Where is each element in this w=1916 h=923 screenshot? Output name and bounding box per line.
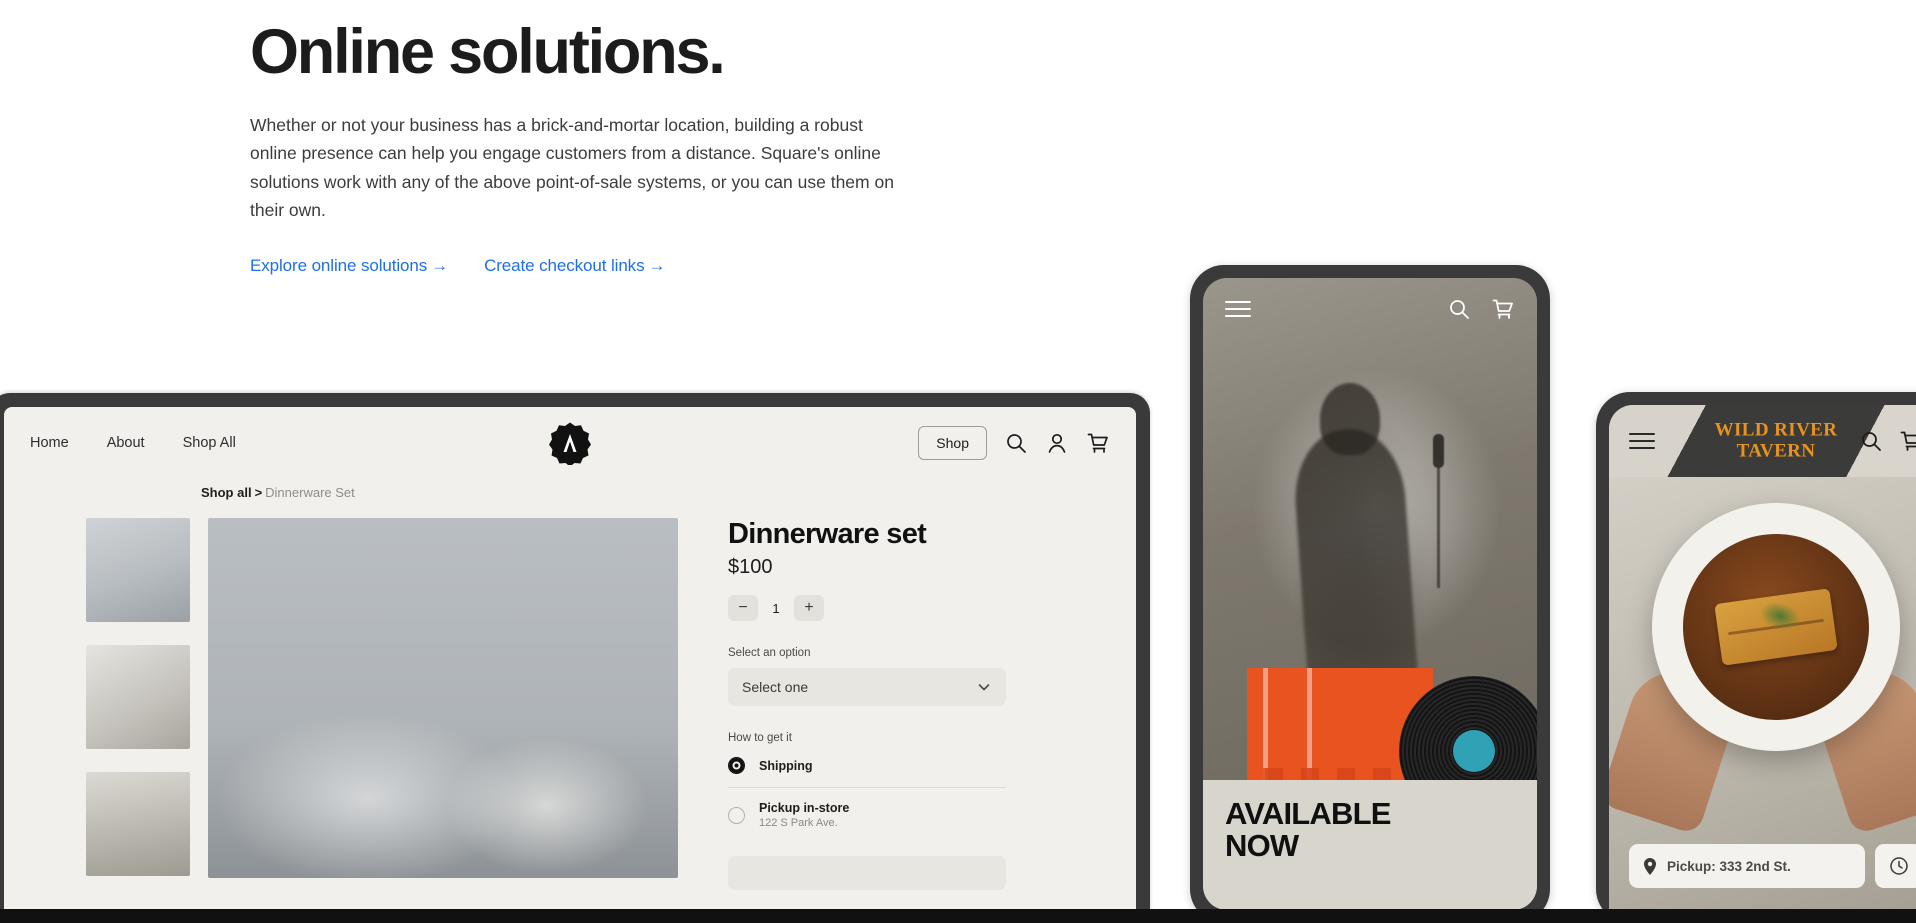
product-thumbnail[interactable] bbox=[86, 518, 190, 622]
explore-online-solutions-label: Explore online solutions bbox=[250, 256, 428, 276]
create-checkout-links-link[interactable]: Create checkout links → bbox=[484, 256, 665, 276]
breadcrumb: Shop all > Dinnerware Set bbox=[4, 479, 1136, 500]
account-icon[interactable] bbox=[1045, 431, 1069, 455]
page-title: Online solutions. bbox=[250, 17, 726, 87]
quantity-increment-button[interactable]: + bbox=[794, 595, 824, 621]
search-icon[interactable] bbox=[1447, 297, 1471, 321]
cart-icon[interactable] bbox=[1899, 429, 1916, 453]
store-nav-actions: Shop bbox=[918, 426, 1110, 460]
phone-music-headline-line1: AVAILABLE bbox=[1225, 796, 1391, 831]
microphone bbox=[1433, 433, 1445, 588]
shop-button[interactable]: Shop bbox=[918, 426, 987, 460]
fulfillment-pickup-label: Pickup in-store bbox=[759, 801, 850, 815]
page-root: Online solutions. Whether or not your bu… bbox=[0, 0, 1916, 923]
explore-online-solutions-link[interactable]: Explore online solutions → bbox=[250, 256, 448, 276]
phone-music-nav-actions bbox=[1447, 297, 1515, 321]
fulfillment-pickup-text: Pickup in-store 122 S Park Ave. bbox=[759, 801, 849, 829]
radio-unselected-icon bbox=[728, 806, 745, 824]
option-select-label: Select an option bbox=[728, 647, 811, 659]
cart-icon[interactable] bbox=[1491, 297, 1515, 321]
breadcrumb-separator: > bbox=[254, 485, 263, 500]
product-price: $100 bbox=[728, 556, 773, 578]
phone-music-navbar bbox=[1203, 278, 1537, 340]
phone-tavern-navbar: WILD RIVER TAVERN bbox=[1609, 405, 1916, 477]
store-navbar: Home About Shop All Shop bbox=[4, 407, 1136, 479]
phone-music-mockup: AVAILABLE NOW bbox=[1190, 265, 1550, 923]
quantity-value: 1 bbox=[772, 600, 780, 616]
fulfillment-shipping-label: Shipping bbox=[759, 758, 813, 773]
product-details-panel: Dinnerware set $100 − 1 + Select an opti… bbox=[696, 518, 1006, 890]
product-thumbnail[interactable] bbox=[86, 645, 190, 749]
pickup-bar: Pickup: 333 2nd St. bbox=[1629, 844, 1916, 888]
store-nav-links: Home About Shop All bbox=[30, 435, 236, 451]
hero-description: Whether or not your business has a brick… bbox=[250, 115, 894, 221]
menu-icon[interactable] bbox=[1225, 296, 1251, 323]
store-logo bbox=[548, 421, 592, 467]
arrow-right-icon: → bbox=[431, 256, 449, 276]
page-bottom-bar bbox=[0, 909, 1916, 923]
tavern-food-photo: Pickup: 333 2nd St. bbox=[1609, 477, 1916, 910]
menu-icon[interactable] bbox=[1629, 428, 1655, 455]
search-icon[interactable] bbox=[1859, 429, 1883, 453]
nav-item-home[interactable]: Home bbox=[30, 435, 69, 451]
product-title: Dinnerware set bbox=[728, 518, 927, 550]
soup-bowl bbox=[1652, 503, 1900, 751]
breadcrumb-root[interactable]: Shop all bbox=[201, 485, 252, 500]
fulfillment-pickup-address: 122 S Park Ave. bbox=[759, 817, 838, 829]
pickup-time-button[interactable] bbox=[1875, 844, 1916, 888]
hero-link-row: Explore online solutions → Create checkou… bbox=[250, 256, 950, 276]
singer-head bbox=[1319, 383, 1380, 456]
chevron-down-icon bbox=[978, 684, 990, 691]
product-hero-image[interactable] bbox=[208, 518, 678, 878]
phone-tavern-mockup: WILD RIVER TAVERN Pickup: 333 2nd St. bbox=[1596, 392, 1916, 923]
tavern-brand-line1: WILD RIVER bbox=[1714, 419, 1838, 441]
tablet-screen: Home About Shop All Shop Shop all > Dinn… bbox=[4, 407, 1136, 923]
quantity-stepper: − 1 + bbox=[728, 595, 1006, 621]
clock-icon bbox=[1890, 857, 1908, 875]
option-select[interactable]: Select one bbox=[728, 668, 1006, 706]
pickup-location-button[interactable]: Pickup: 333 2nd St. bbox=[1629, 844, 1865, 888]
product-thumbnail-list bbox=[86, 518, 190, 890]
product-thumbnail[interactable] bbox=[86, 772, 190, 876]
pickup-location-label: Pickup: 333 2nd St. bbox=[1667, 858, 1791, 874]
radio-selected-icon bbox=[728, 757, 745, 774]
breadcrumb-current: Dinnerware Set bbox=[265, 485, 355, 500]
quantity-decrement-button[interactable]: − bbox=[728, 595, 758, 621]
phone-tavern-screen: WILD RIVER TAVERN Pickup: 333 2nd St. bbox=[1609, 405, 1916, 910]
arrow-right-icon: → bbox=[648, 256, 666, 276]
add-to-cart-button[interactable] bbox=[728, 856, 1006, 890]
option-select-value: Select one bbox=[742, 679, 809, 695]
nav-item-shop-all[interactable]: Shop All bbox=[183, 435, 236, 451]
tavern-brand-title: WILD RIVER TAVERN bbox=[1715, 420, 1838, 461]
fulfillment-option-pickup[interactable]: Pickup in-store 122 S Park Ave. bbox=[728, 788, 1006, 842]
soup-broth bbox=[1683, 534, 1869, 720]
tablet-device-mockup: Home About Shop All Shop Shop all > Dinn… bbox=[0, 393, 1150, 923]
hero-section: Online solutions. Whether or not your bu… bbox=[250, 18, 950, 276]
search-icon[interactable] bbox=[1004, 431, 1028, 455]
phone-music-headline-line2: NOW bbox=[1225, 828, 1299, 864]
tavern-brand-line2: TAVERN bbox=[1736, 440, 1816, 461]
fulfillment-label: How to get it bbox=[728, 732, 792, 744]
create-checkout-links-label: Create checkout links bbox=[484, 256, 645, 276]
cart-icon[interactable] bbox=[1086, 431, 1110, 455]
phone-music-screen: AVAILABLE NOW bbox=[1203, 278, 1537, 910]
phone-tavern-nav-actions bbox=[1859, 429, 1916, 453]
fulfillment-option-shipping[interactable]: Shipping bbox=[728, 744, 1006, 787]
product-layout: Dinnerware set $100 − 1 + Select an opti… bbox=[4, 500, 1136, 890]
phone-music-headline-block: AVAILABLE NOW bbox=[1203, 780, 1537, 910]
location-pin-icon bbox=[1644, 857, 1656, 875]
nav-item-about[interactable]: About bbox=[107, 435, 145, 451]
